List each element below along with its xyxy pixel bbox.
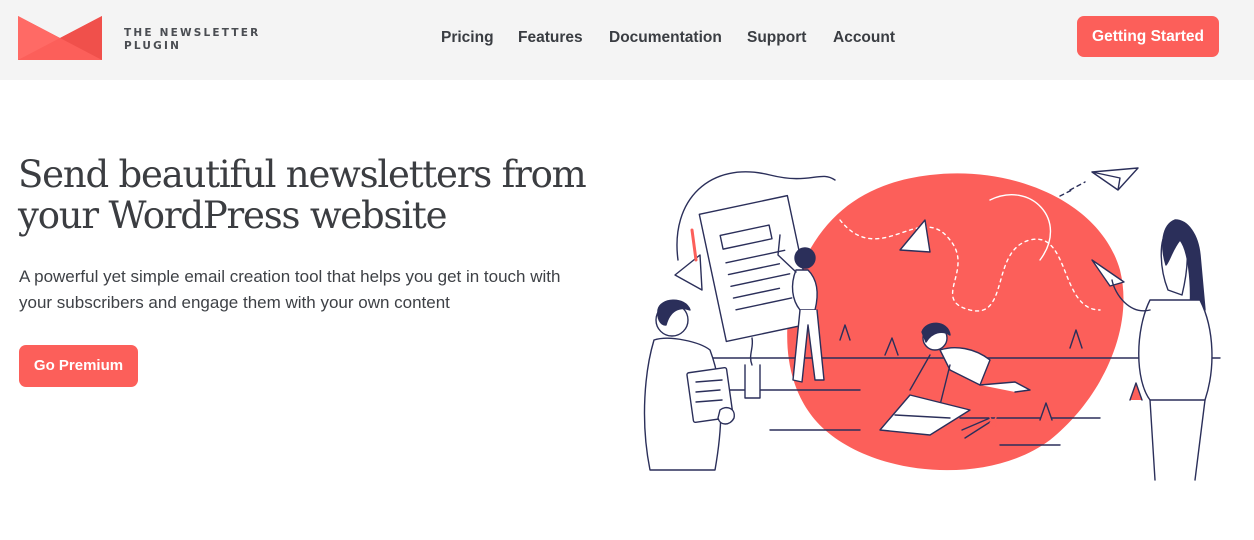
site-header: THE NEWSLETTER PLUGIN Pricing Features D… (0, 0, 1254, 80)
brand-name-line2: PLUGIN (124, 40, 182, 52)
go-premium-button[interactable]: Go Premium (19, 345, 138, 387)
hero-subtext-line2: your subscribers and engage them with yo… (19, 293, 450, 312)
brand-name[interactable]: THE NEWSLETTER PLUGIN (124, 27, 260, 53)
nav-support[interactable]: Support (747, 29, 806, 47)
hero-headline-line1: Send beautiful newsletters from (18, 153, 587, 196)
nav-account[interactable]: Account (833, 29, 895, 47)
nav-pricing[interactable]: Pricing (441, 29, 494, 47)
hero-headline-line2: your WordPress website (18, 194, 447, 237)
envelope-logo-icon[interactable] (18, 16, 102, 60)
nav-features[interactable]: Features (518, 29, 583, 47)
getting-started-button[interactable]: Getting Started (1077, 16, 1219, 57)
hero-headline: Send beautiful newsletters from your Wor… (18, 154, 618, 236)
hero-subtext-line1: A powerful yet simple email creation too… (19, 267, 561, 286)
hero-subtext: A powerful yet simple email creation too… (19, 264, 619, 316)
illustration-blob (787, 173, 1124, 471)
brand-name-line1: THE NEWSLETTER (124, 27, 261, 39)
hero-illustration (643, 167, 1221, 481)
nav-documentation[interactable]: Documentation (609, 29, 722, 47)
